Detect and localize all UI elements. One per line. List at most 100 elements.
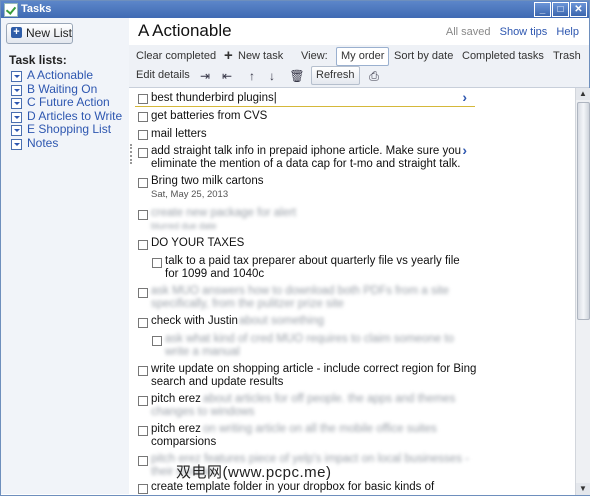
dropdown-icon[interactable]	[11, 98, 22, 109]
task-text-line1[interactable]: ask what kind of cred MUO requires to cl…	[165, 333, 454, 346]
task-checkbox[interactable]	[138, 426, 148, 436]
chevron-right-icon[interactable]: ›	[462, 89, 467, 105]
tasklist-label[interactable]: C Future Action	[27, 95, 110, 109]
drag-handle[interactable]	[130, 144, 134, 164]
minimize-button[interactable]: _	[534, 2, 551, 17]
title-bar[interactable]: Tasks _ □ ✕	[1, 1, 589, 18]
task-checkbox[interactable]	[138, 366, 148, 376]
edit-underline	[135, 106, 475, 107]
task-text-line1[interactable]: create new package for alert	[151, 207, 296, 220]
task-text-line2[interactable]: eliminate the mention of a data cap for …	[151, 158, 460, 171]
task-text-rest[interactable]: about something	[239, 315, 324, 328]
task-text[interactable]: best thunderbird plugins|	[151, 92, 277, 105]
task-text[interactable]: pitch erez	[151, 423, 201, 436]
task-checkbox[interactable]	[138, 318, 148, 328]
scroll-down-arrow-icon[interactable]: ▼	[576, 483, 590, 495]
move-down-icon[interactable]: ↓	[264, 69, 280, 83]
tasklist-label[interactable]: A Actionable	[27, 68, 93, 82]
task-text-line2[interactable]: changes to windows	[151, 406, 255, 419]
task-list: best thunderbird plugins| › get batterie…	[129, 88, 575, 495]
task-text-line2[interactable]: write a manual	[165, 346, 240, 359]
header-links: All saved Show tips Help	[440, 26, 579, 38]
dropdown-icon[interactable]	[11, 125, 22, 136]
watermark: 双电网(www.pcpc.me)	[176, 464, 332, 481]
scroll-up-arrow-icon[interactable]: ▲	[576, 88, 590, 100]
move-up-icon[interactable]: ↑	[244, 69, 260, 83]
task-text-line2[interactable]: specifically, from the pulitzer prize si…	[151, 298, 344, 311]
tasklist-item[interactable]: Notes	[11, 136, 122, 151]
dropdown-icon[interactable]	[11, 138, 22, 150]
task-checkbox[interactable]	[138, 288, 148, 298]
task-text-line2[interactable]: comparsions	[151, 436, 216, 449]
save-status: All saved	[445, 26, 491, 38]
task-text-line1[interactable]: write update on shopping article - inclu…	[151, 363, 476, 376]
tasklist-item[interactable]: A Actionable	[11, 68, 122, 83]
task-checkbox[interactable]	[138, 130, 148, 140]
task-checkbox[interactable]	[138, 484, 148, 494]
tasklist-item[interactable]: B Waiting On	[11, 82, 122, 97]
tasklist-item[interactable]: D Articles to Write	[11, 109, 122, 124]
outdent-icon[interactable]: ⇤	[219, 69, 235, 83]
new-list-label: New List	[26, 26, 73, 40]
task-text[interactable]: Bring two milk cartons	[151, 175, 263, 188]
task-checkbox[interactable]	[138, 148, 148, 158]
vertical-scrollbar[interactable]: ▲ ▼	[575, 88, 590, 495]
task-checkbox[interactable]	[138, 210, 148, 220]
tasklist-label[interactable]: Notes	[27, 136, 58, 150]
tasklist-label[interactable]: E Shopping List	[27, 122, 111, 136]
task-text-rest[interactable]: about articles for off people. the apps …	[203, 393, 455, 406]
chevron-right-icon[interactable]: ›	[462, 142, 467, 158]
tasklist-label[interactable]: D Articles to Write	[27, 109, 122, 123]
task-checkbox[interactable]	[138, 396, 148, 406]
plus-icon: +	[224, 47, 233, 64]
clear-completed-button[interactable]: Clear completed	[132, 48, 220, 65]
trash-button[interactable]: Trash	[549, 48, 585, 65]
print-icon[interactable]: ⎙	[366, 69, 382, 83]
task-text[interactable]: create template folder in your dropbox f…	[151, 481, 434, 494]
completed-tasks-button[interactable]: Completed tasks	[458, 48, 548, 65]
my-order-button[interactable]: My order	[336, 47, 390, 66]
task-text-line2[interactable]: for 1099 and 1040c	[165, 268, 264, 281]
task-checkbox[interactable]	[138, 112, 148, 122]
new-task-label: New task	[238, 50, 284, 62]
task-text[interactable]: DO YOUR TAXES	[151, 237, 244, 250]
tasklist-item[interactable]: E Shopping List	[11, 122, 122, 137]
tasklist-item[interactable]: C Future Action	[11, 95, 122, 110]
new-task-button[interactable]: + New task	[222, 47, 287, 65]
task-text-rest[interactable]: on writing article on all the mobile off…	[203, 423, 437, 436]
refresh-button[interactable]: Refresh	[311, 66, 360, 85]
list-title: A Actionable	[138, 21, 232, 40]
task-text-line2[interactable]: search and update results	[151, 376, 283, 389]
sort-by-date-button[interactable]: Sort by date	[390, 48, 457, 65]
task-checkbox[interactable]	[138, 178, 148, 188]
dropdown-icon[interactable]	[11, 111, 22, 123]
task-checkbox[interactable]	[152, 258, 162, 268]
window-title: Tasks	[21, 3, 52, 15]
task-checkbox[interactable]	[152, 336, 162, 346]
new-list-button[interactable]: + New List	[6, 23, 73, 44]
edit-details-button[interactable]: Edit details	[132, 67, 194, 84]
task-text[interactable]: pitch erez	[151, 393, 201, 406]
task-checkbox[interactable]	[138, 456, 148, 466]
scrollbar-thumb[interactable]	[577, 102, 590, 320]
tasklist-label[interactable]: B Waiting On	[27, 82, 97, 96]
delete-icon[interactable]: 🗑	[289, 69, 305, 83]
task-checkbox[interactable]	[138, 240, 148, 250]
dropdown-icon[interactable]	[11, 84, 22, 96]
indent-icon[interactable]: ⇥	[197, 69, 213, 83]
task-text[interactable]: get batteries from CVS	[151, 110, 267, 123]
maximize-button[interactable]: □	[552, 2, 569, 17]
help-link[interactable]: Help	[556, 26, 579, 38]
task-checkbox[interactable]	[138, 94, 148, 104]
task-text-line1[interactable]: ask MUO answers how to download both PDF…	[151, 285, 449, 298]
task-lists: A Actionable B Waiting On C Future Actio…	[11, 68, 122, 151]
task-text[interactable]: check with Justin	[151, 315, 238, 328]
task-text[interactable]: mail letters	[151, 128, 207, 141]
task-text-line1[interactable]: add straight talk info in prepaid iphone…	[151, 145, 461, 158]
close-button[interactable]: ✕	[570, 2, 587, 17]
task-text-line2: blurred due date	[151, 221, 217, 231]
show-tips-link[interactable]: Show tips	[500, 26, 548, 38]
dropdown-icon[interactable]	[11, 71, 22, 82]
task-text-line1[interactable]: talk to a paid tax preparer about quarte…	[165, 255, 460, 268]
sidebar: + New List Task lists: A Actionable B Wa…	[1, 18, 129, 494]
